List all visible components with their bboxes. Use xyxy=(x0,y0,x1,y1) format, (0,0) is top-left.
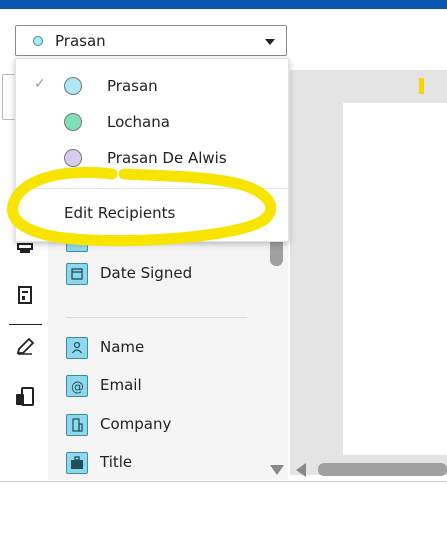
form-icon[interactable] xyxy=(14,284,36,306)
recipient-option-lochana[interactable]: Lochana xyxy=(16,105,288,139)
field-label: Company xyxy=(100,415,172,433)
svg-text:@: @ xyxy=(71,380,84,395)
edit-recipients-label: Edit Recipients xyxy=(64,204,176,222)
field-label: Title xyxy=(100,453,133,471)
field-label: Date Signed xyxy=(100,264,193,282)
devices-icon[interactable] xyxy=(14,386,36,408)
scroll-left-arrow[interactable] xyxy=(296,463,306,477)
field-marker[interactable] xyxy=(419,78,424,94)
document-page[interactable] xyxy=(343,103,447,455)
recipient-option-label: Lochana xyxy=(107,113,170,131)
checkmark-icon: ✓ xyxy=(34,76,46,92)
recipient-select-value: Prasan xyxy=(55,32,106,50)
recipient-option-prasan[interactable]: ✓ Prasan xyxy=(16,69,288,103)
top-bar xyxy=(0,0,447,9)
building-icon xyxy=(66,414,88,436)
recipient-color-circle xyxy=(64,149,82,167)
field-company[interactable]: Company xyxy=(66,414,266,440)
chevron-down-icon xyxy=(265,39,275,45)
recipient-option-label: Prasan De Alwis xyxy=(107,149,227,167)
briefcase-icon xyxy=(66,452,88,474)
toolbar-divider xyxy=(9,324,42,325)
recipient-dropdown-menu: ✓ Prasan Lochana Prasan De Alwis Edit Re… xyxy=(15,58,289,242)
scroll-down-arrow[interactable] xyxy=(270,465,284,475)
field-label: Name xyxy=(100,338,145,356)
horizontal-scrollbar-thumb[interactable] xyxy=(318,463,447,476)
person-icon xyxy=(66,337,88,359)
recipient-option-prasan-de-alwis[interactable]: Prasan De Alwis xyxy=(16,141,288,175)
field-name[interactable]: Name xyxy=(66,337,266,363)
calendar-icon xyxy=(66,263,88,285)
recipient-color-circle xyxy=(64,77,82,95)
recipient-option-label: Prasan xyxy=(107,77,158,95)
recipient-color-dot xyxy=(33,36,43,46)
field-email[interactable]: @ Email xyxy=(66,375,266,401)
field-label: Email xyxy=(100,376,142,394)
pencil-icon[interactable] xyxy=(14,336,36,358)
field-date-signed[interactable]: Date Signed xyxy=(66,263,266,289)
recipient-select[interactable]: Prasan xyxy=(15,25,287,56)
dropdown-divider xyxy=(16,188,288,189)
bottom-panel xyxy=(0,481,447,548)
at-icon: @ xyxy=(66,375,88,397)
field-group-divider xyxy=(66,317,247,318)
edit-recipients-option[interactable]: Edit Recipients xyxy=(16,197,288,231)
field-title[interactable]: Title xyxy=(66,452,266,478)
recipient-color-circle xyxy=(64,113,82,131)
